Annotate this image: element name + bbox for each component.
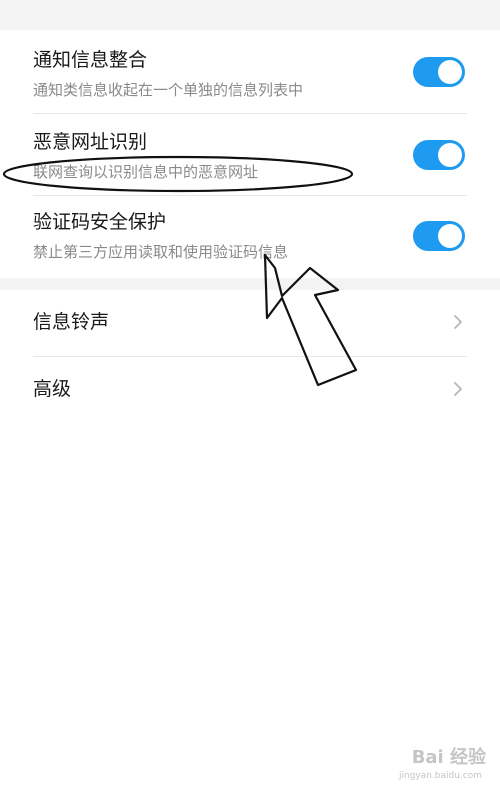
toggle-knob — [438, 60, 462, 84]
chevron-right-icon — [454, 382, 462, 396]
setting-row-verification-code[interactable]: 验证码安全保护 禁止第三方应用读取和使用验证码信息 — [0, 196, 500, 278]
setting-row-malicious-url[interactable]: 恶意网址识别 联网查询以识别信息中的恶意网址 — [0, 114, 500, 196]
setting-row-notification-merge[interactable]: 通知信息整合 通知类信息收起在一个单独的信息列表中 — [0, 30, 500, 114]
toggle-knob — [438, 224, 462, 248]
setting-subtitle: 禁止第三方应用读取和使用验证码信息 — [33, 243, 289, 261]
setting-subtitle: 联网查询以识别信息中的恶意网址 — [33, 163, 259, 181]
notification-merge-toggle[interactable] — [413, 57, 465, 87]
setting-row-advanced[interactable]: 高级 — [0, 357, 500, 423]
setting-title: 验证码安全保护 — [33, 211, 167, 233]
setting-row-message-ringtone[interactable]: 信息铃声 — [0, 290, 500, 356]
setting-title: 恶意网址识别 — [33, 131, 148, 153]
section-gap — [0, 278, 500, 290]
chevron-right-icon — [454, 315, 462, 329]
watermark-url: jingyan.baidu.com — [398, 771, 482, 781]
top-gap — [0, 0, 500, 30]
link-settings-card: 信息铃声 高级 — [0, 290, 500, 787]
toggle-settings-card: 通知信息整合 通知类信息收起在一个单独的信息列表中 恶意网址识别 联网查询以识别… — [0, 30, 500, 278]
watermark: Bai 经验 — [411, 747, 486, 768]
toggle-knob — [438, 143, 462, 167]
setting-title: 通知信息整合 — [33, 49, 148, 71]
verification-code-toggle[interactable] — [413, 221, 465, 251]
setting-subtitle: 通知类信息收起在一个单独的信息列表中 — [33, 81, 304, 99]
setting-title: 信息铃声 — [33, 311, 110, 333]
setting-title: 高级 — [33, 378, 72, 400]
malicious-url-toggle[interactable] — [413, 140, 465, 170]
